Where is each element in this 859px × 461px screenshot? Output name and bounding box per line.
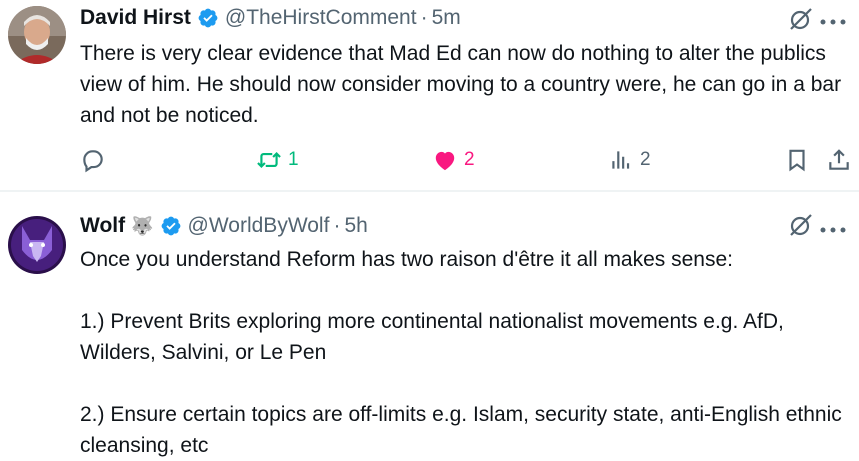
retweet-button[interactable]: 1 (256, 140, 299, 180)
tweet-text-line: 1.) Prevent Brits exploring more contine… (80, 310, 784, 364)
grok-icon[interactable] (788, 6, 814, 32)
verified-icon (197, 7, 219, 29)
timestamp[interactable]: 5h (344, 214, 367, 238)
separator: · (333, 214, 341, 237)
author-handle[interactable]: @TheHirstComment (225, 6, 417, 30)
reply-button[interactable] (80, 140, 106, 180)
tweet[interactable]: Wolf 🐺 @WorldByWolf · 5h Once you unders… (0, 192, 859, 461)
timestamp[interactable]: 5m (432, 6, 461, 30)
like-count: 2 (464, 149, 475, 170)
wolf-emoji: 🐺 (131, 215, 154, 236)
retweet-icon (257, 151, 281, 169)
heart-icon (435, 151, 455, 171)
author-handle[interactable]: @WorldByWolf (188, 214, 330, 238)
tweet-text: There is very clear evidence that Mad Ed… (80, 42, 842, 127)
tweet[interactable]: David Hirst @TheHirstComment · 5m There … (0, 0, 859, 190)
action-bar: 1 2 2 (0, 140, 859, 180)
bookmark-button[interactable] (784, 140, 810, 180)
author-name[interactable]: Wolf (80, 214, 125, 238)
share-icon (829, 149, 849, 170)
separator: · (420, 6, 428, 29)
bookmark-icon (789, 149, 805, 172)
tweet-text-line: 2.) Ensure certain topics are off-limits… (80, 403, 842, 457)
share-button[interactable] (826, 140, 852, 180)
verified-icon (160, 215, 182, 237)
views-button[interactable]: 2 (608, 140, 651, 180)
grok-icon[interactable] (788, 212, 814, 238)
more-icon[interactable] (818, 222, 848, 233)
view-count: 2 (640, 149, 651, 170)
views-icon (612, 151, 630, 169)
avatar[interactable] (8, 216, 66, 274)
retweet-count: 1 (288, 149, 299, 170)
author-name[interactable]: David Hirst (80, 6, 191, 30)
tweet-text-line: Once you understand Reform has two raiso… (80, 248, 733, 271)
avatar[interactable] (8, 6, 66, 64)
more-icon[interactable] (818, 14, 848, 25)
reply-icon (83, 150, 103, 173)
like-button[interactable]: 2 (432, 140, 475, 180)
